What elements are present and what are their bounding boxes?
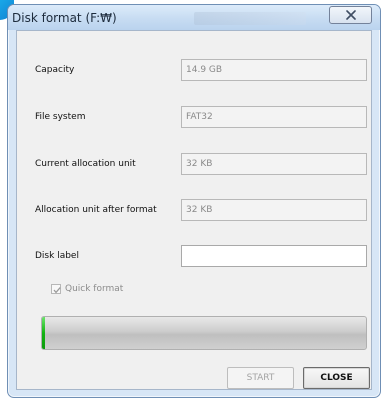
checkmark-icon xyxy=(53,287,61,294)
window-title: Disk format (F:₩) xyxy=(12,11,117,25)
window-close-button[interactable] xyxy=(329,6,372,24)
disk-format-dialog: Disk format (F:₩) Capacity 14.9 GB File … xyxy=(7,4,381,398)
file-system-field: FAT32 xyxy=(181,106,367,128)
disk-label-input[interactable] xyxy=(181,245,367,267)
title-bar-background xyxy=(194,12,306,25)
file-system-label: File system xyxy=(35,112,86,122)
close-icon xyxy=(346,10,356,20)
capacity-field: 14.9 GB xyxy=(181,59,367,81)
capacity-label: Capacity xyxy=(35,65,75,75)
current-allocation-unit-label: Current allocation unit xyxy=(35,159,136,169)
title-bar[interactable]: Disk format (F:₩) xyxy=(8,5,380,30)
allocation-unit-after-format-label: Allocation unit after format xyxy=(35,205,157,215)
dialog-client-area: Capacity 14.9 GB File system FAT32 Curre… xyxy=(16,30,372,390)
current-allocation-unit-field: 32 KB xyxy=(181,153,367,175)
close-button[interactable]: CLOSE xyxy=(303,367,370,389)
quick-format-checkbox[interactable] xyxy=(51,284,61,294)
quick-format-label: Quick format xyxy=(65,284,124,294)
disk-label-label: Disk label xyxy=(35,251,79,261)
quick-format-option[interactable]: Quick format xyxy=(51,284,123,294)
format-progress-bar xyxy=(41,316,367,350)
allocation-unit-after-format-field: 32 KB xyxy=(181,199,367,221)
start-button[interactable]: START xyxy=(227,367,294,389)
progress-fill xyxy=(42,317,45,349)
